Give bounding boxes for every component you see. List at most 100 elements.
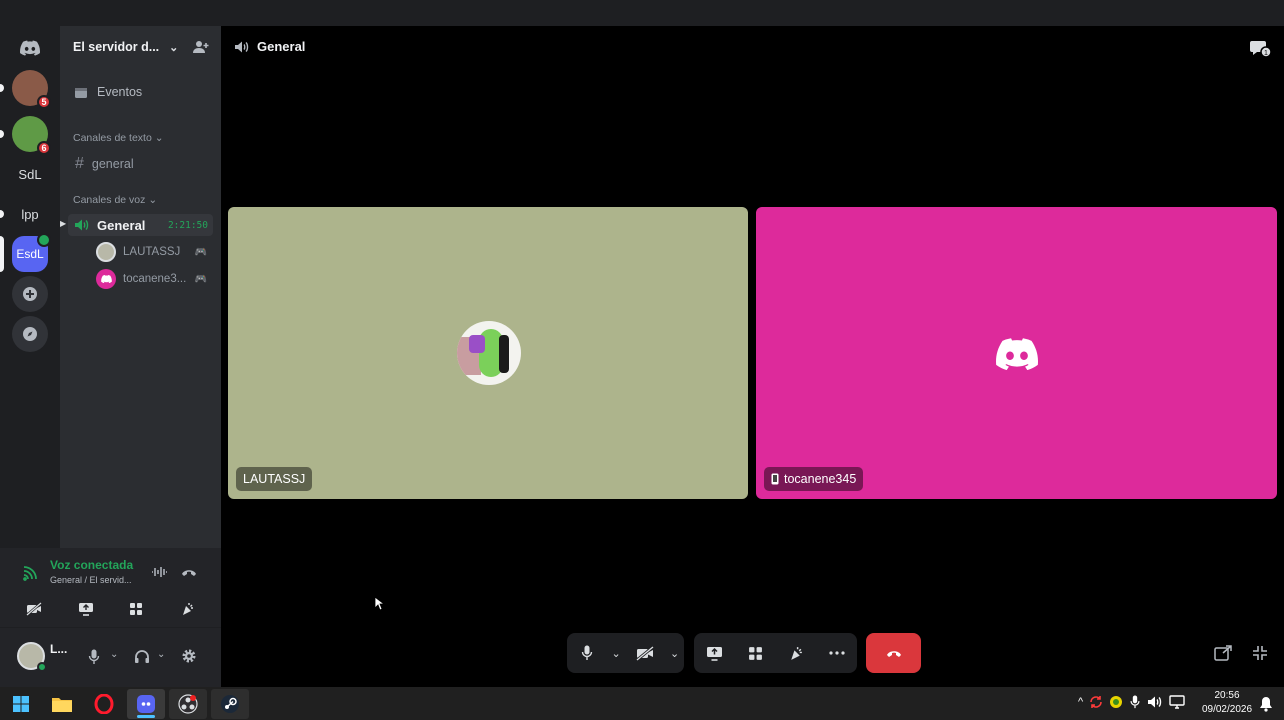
server-esdl-active[interactable]: EsdL [0,233,51,272]
server-lpp[interactable]: lpp [0,196,48,232]
online-status-icon [37,662,47,672]
obs-taskbar-button[interactable] [169,689,207,719]
channel-general-voice[interactable]: General 2:21:50 [68,214,213,236]
steam-taskbar-button[interactable] [211,689,249,719]
popout-icon[interactable] [1214,645,1232,661]
microphone-icon[interactable] [88,649,100,665]
start-button[interactable] [2,689,40,719]
chevron-down-icon: ⌄ [169,41,179,54]
microphone-icon [581,645,593,660]
screen-share-button[interactable] [699,638,729,668]
voice-user-name: tocanene3... [123,273,187,285]
events-item[interactable]: Eventos [68,82,213,102]
file-explorer-button[interactable] [43,689,81,719]
voice-action-row [8,595,213,623]
camera-off-icon[interactable] [26,602,42,616]
screen-share-icon [706,646,722,661]
voice-user-tocanene[interactable]: tocanene3... 🎮 [68,269,213,289]
network-icon[interactable] [1169,695,1185,709]
participant-name-tag: tocanene345 [764,467,864,491]
discord-logo-icon [20,40,40,56]
disconnect-call-button[interactable] [866,633,921,673]
notification-bell-icon[interactable] [1259,696,1273,712]
exit-fullscreen-icon[interactable] [1252,645,1268,661]
server-label: lpp [21,206,39,222]
sync-icon[interactable] [1089,695,1103,709]
voice-connection-panel: Voz conectada General / El servid... [0,548,221,628]
activities-icon[interactable] [129,602,143,616]
voice-user-lautassj[interactable]: LAUTASSJ 🎮 [68,242,213,262]
soundboard-button[interactable] [781,638,811,668]
chevron-down-icon[interactable]: ⌄ [110,649,118,660]
discord-taskbar-button[interactable] [127,689,165,719]
discord-app-icon [137,695,155,713]
participant-name-tag: LAUTASSJ [236,467,313,491]
active-indicator [137,715,155,718]
clock[interactable]: 20:56 09/02/2026 [1198,689,1256,717]
speaker-icon [235,41,249,52]
screen-share-icon[interactable] [78,602,94,616]
chevron-down-icon: ⌄ [148,194,158,206]
channel-label: general [91,157,134,171]
server-avatar-1[interactable]: 5 [0,70,51,109]
settings-gear-icon[interactable] [181,648,197,664]
call-channel-title: General [257,39,306,54]
chat-thread-icon[interactable]: 1 [1250,38,1272,58]
activities-button[interactable] [740,638,770,668]
discord-home-button[interactable] [12,30,48,66]
opera-browser-button[interactable] [85,689,123,719]
mute-button[interactable] [572,638,602,668]
voice-status-subtitle[interactable]: General / El servid... [50,575,132,585]
guild-header[interactable]: El servidor d... ⌄ [60,26,221,68]
ellipsis-icon [829,651,845,655]
headphones-icon[interactable] [134,649,150,664]
participant-tile-tocanene345[interactable]: tocanene345 [756,207,1277,499]
windows-taskbar: ^ 20:56 09/02/2026 [0,687,1284,720]
text-category[interactable]: Canales de texto ⌄ [73,132,164,144]
volume-icon[interactable] [1147,695,1163,709]
server-sdl[interactable]: SdL [12,156,48,192]
windows-logo-icon [13,696,29,712]
participant-tile-lautassj[interactable]: LAUTASSJ [228,207,748,499]
soundboard-icon [791,646,803,660]
add-server-button[interactable] [12,276,48,312]
mention-badge: 5 [37,95,51,109]
events-label: Eventos [97,85,143,99]
plus-icon [23,287,37,301]
chevron-up-icon[interactable]: ^ [1078,696,1083,708]
voice-user-name: LAUTASSJ [123,246,181,258]
steam-icon [221,695,239,713]
channel-general-text[interactable]: # general [68,154,213,174]
server-avatar-2[interactable]: 6 [0,116,51,155]
disconnect-icon[interactable] [181,567,197,577]
add-member-icon[interactable] [193,40,209,54]
mobile-phone-icon [771,473,779,485]
discover-button[interactable] [12,316,48,352]
game-controller-icon: 🎮 [194,246,207,258]
more-options-button[interactable] [822,638,852,668]
chevron-down-icon[interactable]: ⌄ [670,647,679,660]
soundboard-icon[interactable] [179,601,195,617]
microphone-icon[interactable] [1129,695,1141,709]
category-label: Canales de texto [73,132,152,144]
voice-category[interactable]: Canales de voz ⌄ [73,194,157,206]
window-titlebar [0,0,1284,26]
audio-video-controls: ⌄ ⌄ [567,633,684,673]
category-label: Canales de voz [73,194,146,206]
calendar-icon [75,87,87,98]
camera-toggle-button[interactable] [630,638,660,668]
voice-active-indicator-icon [37,233,51,247]
noise-suppression-icon[interactable] [151,566,167,578]
system-tray: ^ [1078,695,1185,709]
chevron-down-icon: ⌄ [154,132,164,144]
expand-arrow-icon: ▶ [60,219,67,228]
user-name[interactable]: L... [50,642,67,656]
clock-time: 20:56 [1214,690,1240,701]
server-label: SdL [18,166,42,182]
chevron-down-icon[interactable]: ⌄ [611,647,620,660]
voice-timer: 2:21:50 [167,219,208,231]
chevron-down-icon[interactable]: ⌄ [157,649,165,660]
voice-status-title[interactable]: Voz conectada [50,558,133,572]
nvidia-icon[interactable] [1109,695,1123,709]
selected-pill [0,236,4,272]
